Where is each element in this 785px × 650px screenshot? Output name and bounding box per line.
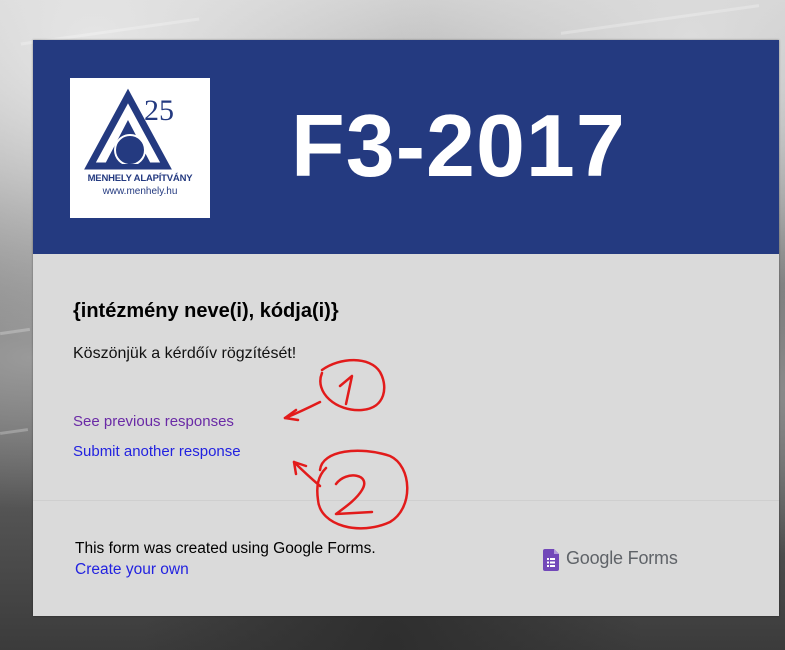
google-forms-logo-text[interactable]: Google Forms bbox=[566, 548, 678, 569]
see-previous-responses-link[interactable]: See previous responses bbox=[73, 413, 234, 430]
form-confirmation-card: 25 MENHELY ALAPÍTVÁNY www.menhely.hu F3-… bbox=[33, 40, 779, 616]
create-your-own-link[interactable]: Create your own bbox=[75, 561, 189, 579]
form-title: F3-2017 bbox=[291, 96, 626, 195]
confirmation-message: Köszönjük a kérdőív rögzítését! bbox=[73, 345, 297, 362]
submit-another-response-link[interactable]: Submit another response bbox=[73, 443, 241, 460]
google-forms-icon[interactable] bbox=[543, 549, 559, 571]
page-title: {intézmény neve(i), kódja(i)} bbox=[73, 300, 339, 322]
logo-number: 25 bbox=[144, 94, 174, 127]
form-header-banner: 25 MENHELY ALAPÍTVÁNY www.menhely.hu F3-… bbox=[33, 40, 779, 254]
created-with-text: This form was created using Google Forms… bbox=[75, 540, 376, 557]
footer-divider bbox=[33, 500, 779, 501]
menhely-logo-icon: 25 bbox=[84, 88, 174, 170]
logo-url: www.menhely.hu bbox=[102, 186, 178, 197]
logo-name: MENHELY ALAPÍTVÁNY bbox=[87, 173, 193, 184]
menhely-logo: 25 MENHELY ALAPÍTVÁNY www.menhely.hu bbox=[70, 78, 210, 218]
